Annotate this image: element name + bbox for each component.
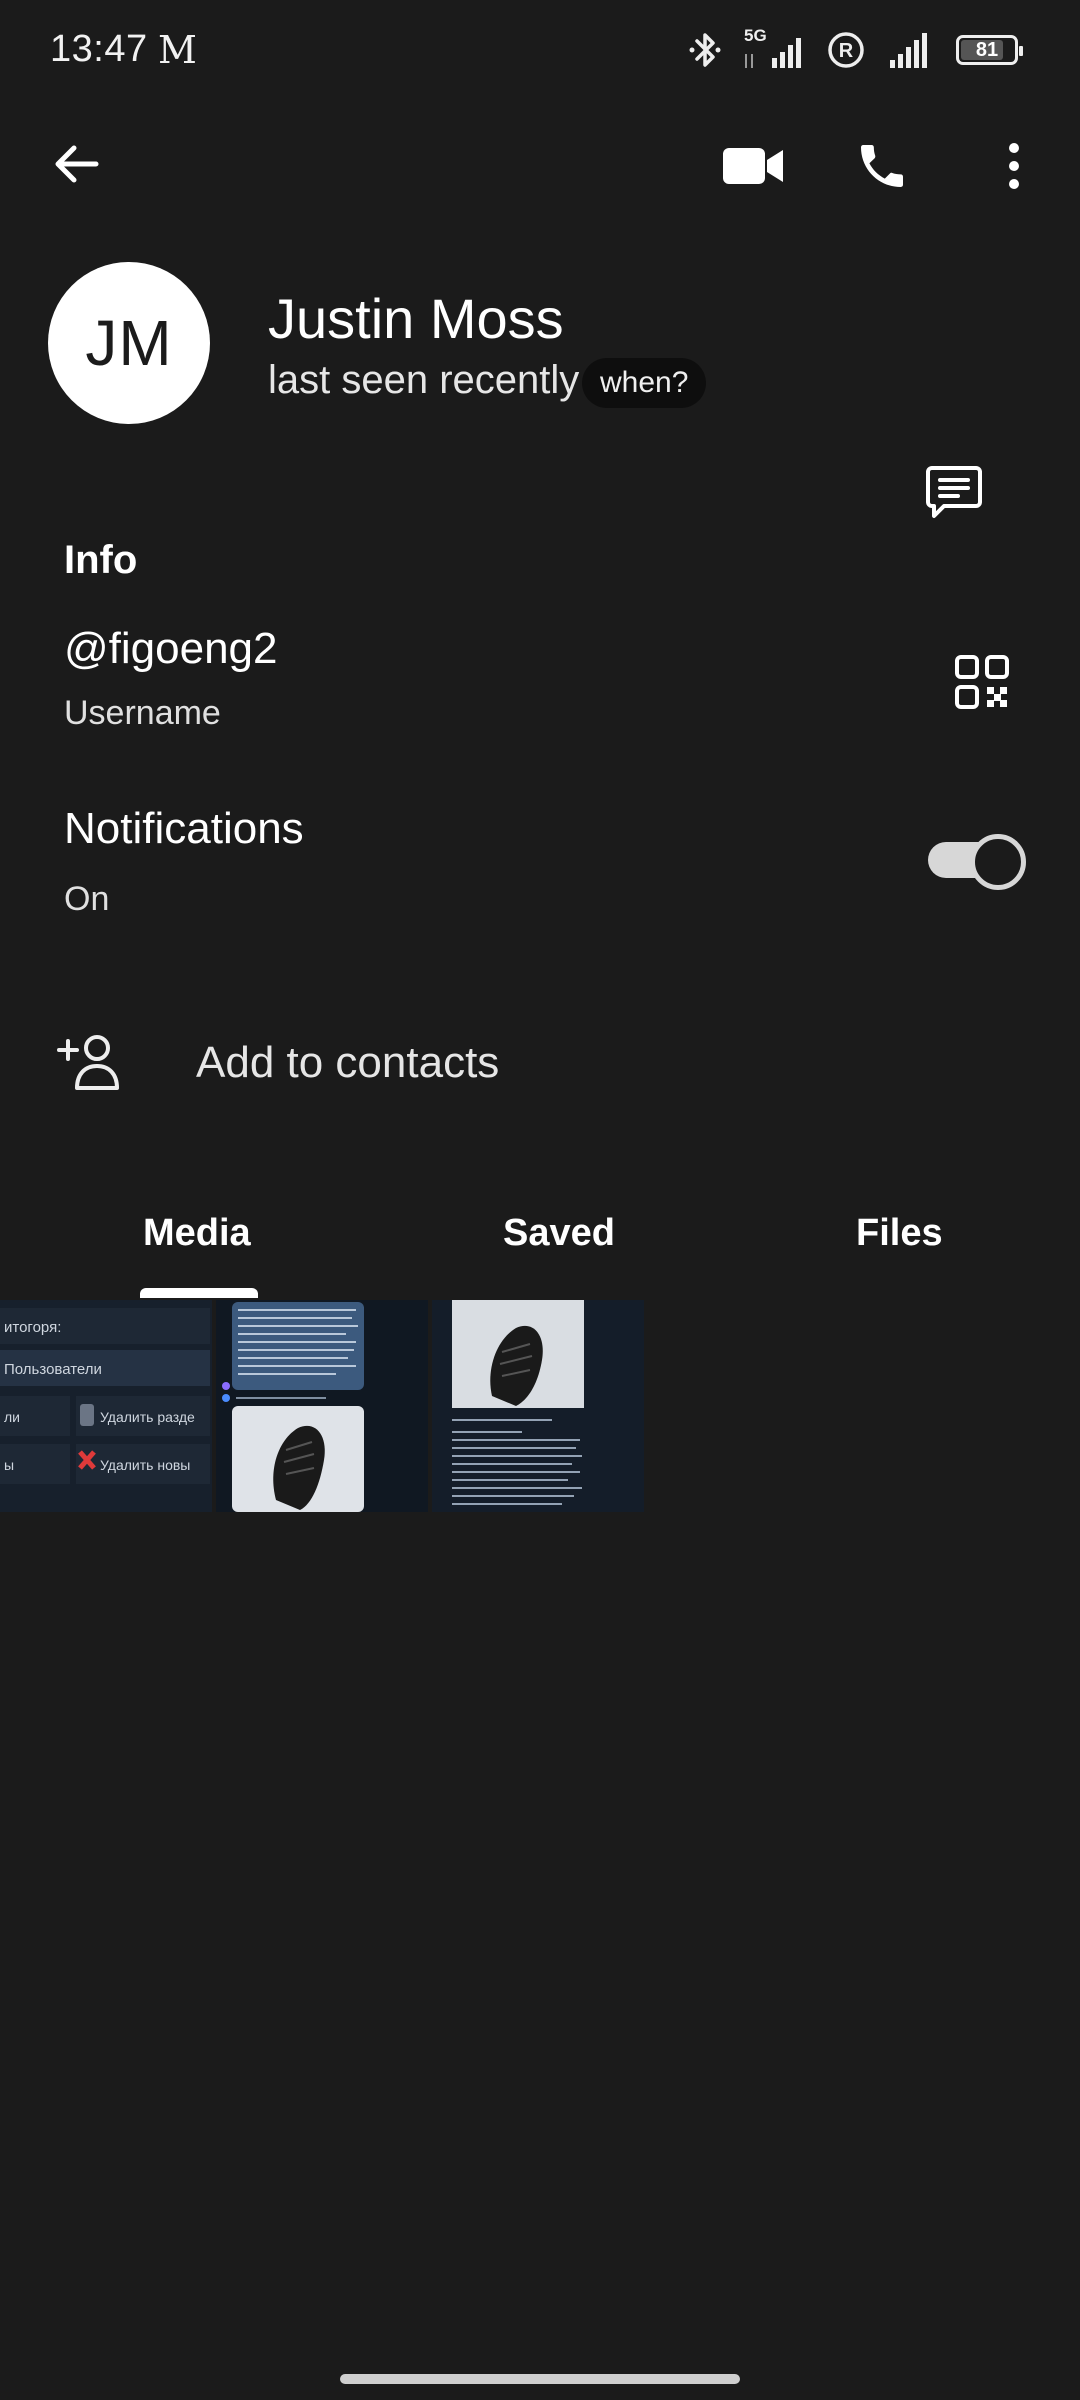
battery-level: 81 [975,38,999,61]
phone-icon [861,145,903,187]
svg-text:ы: ы [4,1457,14,1473]
back-button[interactable] [44,132,108,196]
call-button[interactable] [850,134,914,198]
info-section-title: Info [64,538,138,582]
add-person-icon [57,1035,119,1090]
more-options-button[interactable] [990,134,1038,198]
signal-5g-icon: 5G [742,26,806,70]
tab-files[interactable]: Files [856,1212,943,1255]
notifications-value: On [64,880,110,918]
media-thumbnail[interactable] [216,1300,428,1512]
video-call-icon [723,148,783,184]
battery-icon: 81 [956,35,1023,65]
carrier-logo-icon: M [158,28,197,72]
chat-screenshot-preview [216,1300,428,1512]
qr-code-icon [955,655,1009,709]
when-chip[interactable]: when? [582,358,707,408]
svg-text:Удалить новы: Удалить новы [100,1457,190,1473]
notifications-toggle[interactable] [928,832,1026,890]
toggle-thumb [970,834,1026,890]
add-contact-icon-wrap [56,1030,126,1094]
media-thumbnail[interactable]: итогоря: Пользователи ли Удалить разде ы… [0,1300,212,1512]
last-seen-status: last seen recently [268,358,580,402]
avatar[interactable]: JM [48,262,210,424]
qr-code-button[interactable] [950,650,1014,714]
contact-name: Justin Moss [268,287,564,350]
home-indicator[interactable] [340,2374,740,2384]
roaming-icon: R [828,32,864,68]
video-call-button[interactable] [718,134,788,198]
svg-text:итогоря:: итогоря: [4,1319,61,1336]
add-to-contacts-row[interactable] [0,1000,1080,1130]
media-thumbnail[interactable] [432,1300,644,1512]
signal-icon [890,33,927,68]
svg-text:R: R [839,40,854,62]
status-icons: 5G R 81 [688,26,1023,70]
back-arrow-icon [55,145,99,183]
tab-media[interactable]: Media [143,1212,251,1255]
more-vertical-icon [1009,143,1019,189]
username-label: Username [64,694,221,732]
username-value[interactable]: @figoeng2 [64,624,278,674]
screenshot-preview: итогоря: Пользователи ли Удалить разде ы… [0,1300,212,1512]
svg-text:Пользователи: Пользователи [4,1361,102,1378]
message-button[interactable] [918,456,990,528]
product-post-preview [432,1300,644,1512]
bluetooth-icon [689,33,721,67]
message-icon [926,466,982,518]
status-time: 13:47 [50,28,148,70]
active-tab-indicator [140,1288,258,1298]
tab-saved[interactable]: Saved [503,1212,615,1255]
add-to-contacts-label: Add to contacts [196,1038,500,1087]
notifications-title: Notifications [64,804,304,853]
svg-text:Удалить разде: Удалить разде [100,1409,195,1425]
svg-text:ли: ли [4,1409,20,1425]
